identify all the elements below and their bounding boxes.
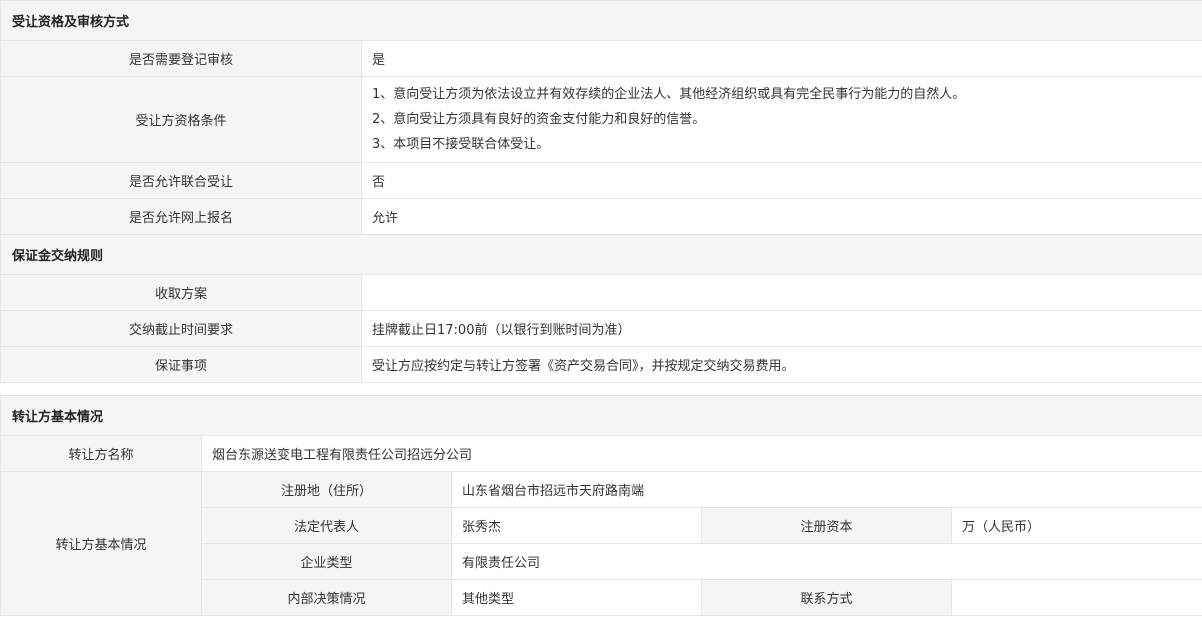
transferor-table: 转让方基本情况 转让方名称 烟台东源送变电工程有限责任公司招远分公司 转让方基本…	[0, 395, 1202, 616]
company-type-value: 有限责任公司	[450, 543, 1202, 580]
reg-address-value: 山东省烟台市招远市天府路南端	[450, 471, 1202, 508]
decision-label: 内部决策情况	[201, 579, 452, 616]
legal-rep-label: 法定代表人	[201, 507, 452, 544]
table-row: 收取方案	[0, 274, 1202, 311]
reg-address-label: 注册地（住所）	[201, 471, 452, 508]
row-label: 受让方资格条件	[0, 76, 362, 163]
table-row: 转让方基本情况 注册地（住所） 山东省烟台市招远市天府路南端	[0, 471, 1202, 616]
table-row: 受让方资格条件 1、意向受让方须为依法设立并有效存续的企业法人、其他经济组织或具…	[0, 76, 1202, 163]
row-value: 1、意向受让方须为依法设立并有效存续的企业法人、其他经济组织或具有完全民事行为能…	[360, 76, 1202, 163]
reg-capital-label: 注册资本	[701, 507, 952, 544]
condition-line: 1、意向受让方须为依法设立并有效存续的企业法人、其他经济组织或具有完全民事行为能…	[372, 87, 966, 102]
legal-rep-value: 张秀杰	[451, 507, 702, 544]
section-title: 转让方基本情况	[0, 395, 1202, 436]
table-row: 保证事项 受让方应按约定与转让方签署《资产交易合同》，并按规定交纳交易费用。	[0, 346, 1202, 383]
qualification-table: 受让资格及审核方式 是否需要登记审核 是 受让方资格条件 1、意向受让方须为依法…	[0, 0, 1202, 383]
contact-value	[950, 579, 1202, 616]
table-row: 交纳截止时间要求 挂牌截止日17:00前（以银行到账时间为准）	[0, 310, 1202, 347]
table-row: 转让方名称 烟台东源送变电工程有限责任公司招远分公司	[0, 435, 1202, 472]
reg-capital-value: 万（人民币）	[950, 507, 1202, 544]
row-label: 保证事项	[0, 346, 362, 383]
section-title: 受让资格及审核方式	[0, 0, 1202, 41]
basic-info-label: 转让方基本情况	[0, 471, 202, 616]
row-value: 受让方应按约定与转让方签署《资产交易合同》，并按规定交纳交易费用。	[360, 346, 1202, 383]
row-value	[360, 274, 1202, 311]
row-label: 交纳截止时间要求	[0, 310, 362, 347]
table-row: 是否允许网上报名 允许	[0, 198, 1202, 235]
section-title: 保证金交纳规则	[0, 234, 1202, 275]
row-value: 挂牌截止日17:00前（以银行到账时间为准）	[360, 310, 1202, 347]
row-value: 允许	[360, 198, 1202, 235]
row-value: 是	[360, 40, 1202, 77]
row-label: 收取方案	[0, 274, 362, 311]
company-type-label: 企业类型	[201, 543, 452, 580]
transferor-name-label: 转让方名称	[0, 435, 202, 472]
decision-value: 其他类型	[451, 579, 702, 616]
row-value: 否	[360, 162, 1202, 199]
section-header-deposit: 保证金交纳规则	[0, 234, 1202, 275]
row-label: 是否允许联合受让	[0, 162, 362, 199]
contact-label: 联系方式	[701, 579, 952, 616]
table-row: 是否允许联合受让 否	[0, 162, 1202, 199]
row-label: 是否允许网上报名	[0, 198, 362, 235]
table-row: 是否需要登记审核 是	[0, 40, 1202, 77]
transferor-name-value: 烟台东源送变电工程有限责任公司招远分公司	[200, 435, 1202, 472]
section-header-transferor: 转让方基本情况	[0, 395, 1202, 436]
condition-line: 3、本项目不接受联合体受让。	[372, 137, 550, 152]
condition-line: 2、意向受让方须具有良好的资金支付能力和良好的信誉。	[372, 112, 706, 127]
row-label: 是否需要登记审核	[0, 40, 362, 77]
section-header-qualification: 受让资格及审核方式	[0, 0, 1202, 41]
